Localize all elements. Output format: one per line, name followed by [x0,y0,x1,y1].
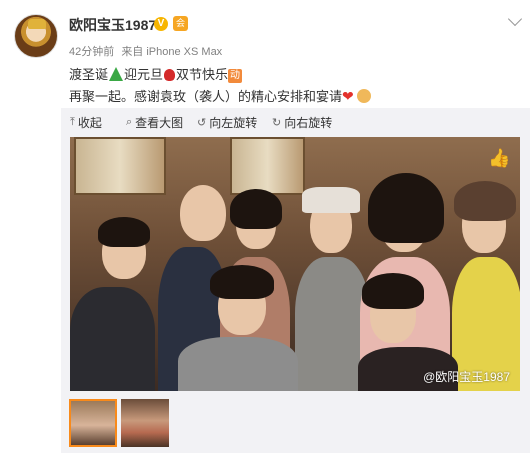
rose-icon [164,69,176,81]
view-large-button[interactable]: ⌕ 查看大图 [126,114,183,131]
member-icon: 会 [173,16,188,31]
person [210,265,274,299]
text-segment: 迎元旦 [124,67,164,82]
main-photo[interactable]: 👍 @欧阳宝玉1987 [70,137,520,391]
view-large-label: 查看大图 [135,116,184,130]
magnify-icon: ⌕ [126,116,133,128]
like-icon[interactable]: 👍 [488,147,510,169]
person [230,189,282,229]
photo-watermark: @欧阳宝玉1987 [423,370,510,384]
media-panel: ⤒ 收起 ⌕ 查看大图 ↺ 向左旋转 ↻ 向右旋转 👍 @欧阳宝玉1987 [61,108,530,453]
person [178,337,298,391]
username[interactable]: 欧阳宝玉1987 [69,15,156,35]
wall-painting [230,137,305,195]
post-source[interactable]: 来自 iPhone XS Max [121,46,222,58]
person [180,185,226,241]
animated-badge: 动 [228,69,243,83]
chevron-down-icon[interactable] [507,11,523,27]
people-icon [357,89,372,103]
person [70,287,155,391]
person [368,173,444,243]
collapse-button[interactable]: ⤒ 收起 [70,114,102,131]
person [454,181,516,221]
text-segment: 双节快乐 [176,67,229,82]
text-segment: 再聚一起。感谢袁玫（袭人）的精心安排和宴请 [69,89,343,104]
wall-painting [74,137,166,195]
avatar-crown [28,19,46,29]
heart-icon: ❤ [342,88,354,104]
christmas-tree-icon [109,67,124,81]
rotate-right-label: 向右旋转 [284,116,333,130]
rotate-right-icon: ↻ [272,117,282,129]
post-time[interactable]: 42分钟前 [69,46,114,58]
verified-icon: V [154,17,168,31]
rotate-left-button[interactable]: ↺ 向左旋转 [197,114,257,131]
rotate-left-label: 向左旋转 [209,116,258,130]
post-text-line2: 再聚一起。感谢袁玫（袭人）的精心安排和宴请❤ [69,86,372,105]
collapse-icon: ⤒ [70,116,75,128]
media-toolbar: ⤒ 收起 ⌕ 查看大图 ↺ 向左旋转 ↻ 向右旋转 [61,108,530,134]
post-text-line1: 渡圣诞 迎元旦 双节快乐动 [69,64,243,83]
person [362,273,424,309]
thumbnail-1[interactable] [69,399,117,447]
person [302,187,360,213]
rotate-right-button[interactable]: ↻ 向右旋转 [272,114,332,131]
collapse-label: 收起 [77,116,102,130]
avatar[interactable] [14,14,58,58]
post-meta: 42分钟前 来自 iPhone XS Max [69,43,226,59]
thumbnail-2[interactable] [121,399,169,447]
person [98,217,150,247]
rotate-left-icon: ↺ [197,117,207,129]
text-segment: 渡圣诞 [69,67,109,82]
